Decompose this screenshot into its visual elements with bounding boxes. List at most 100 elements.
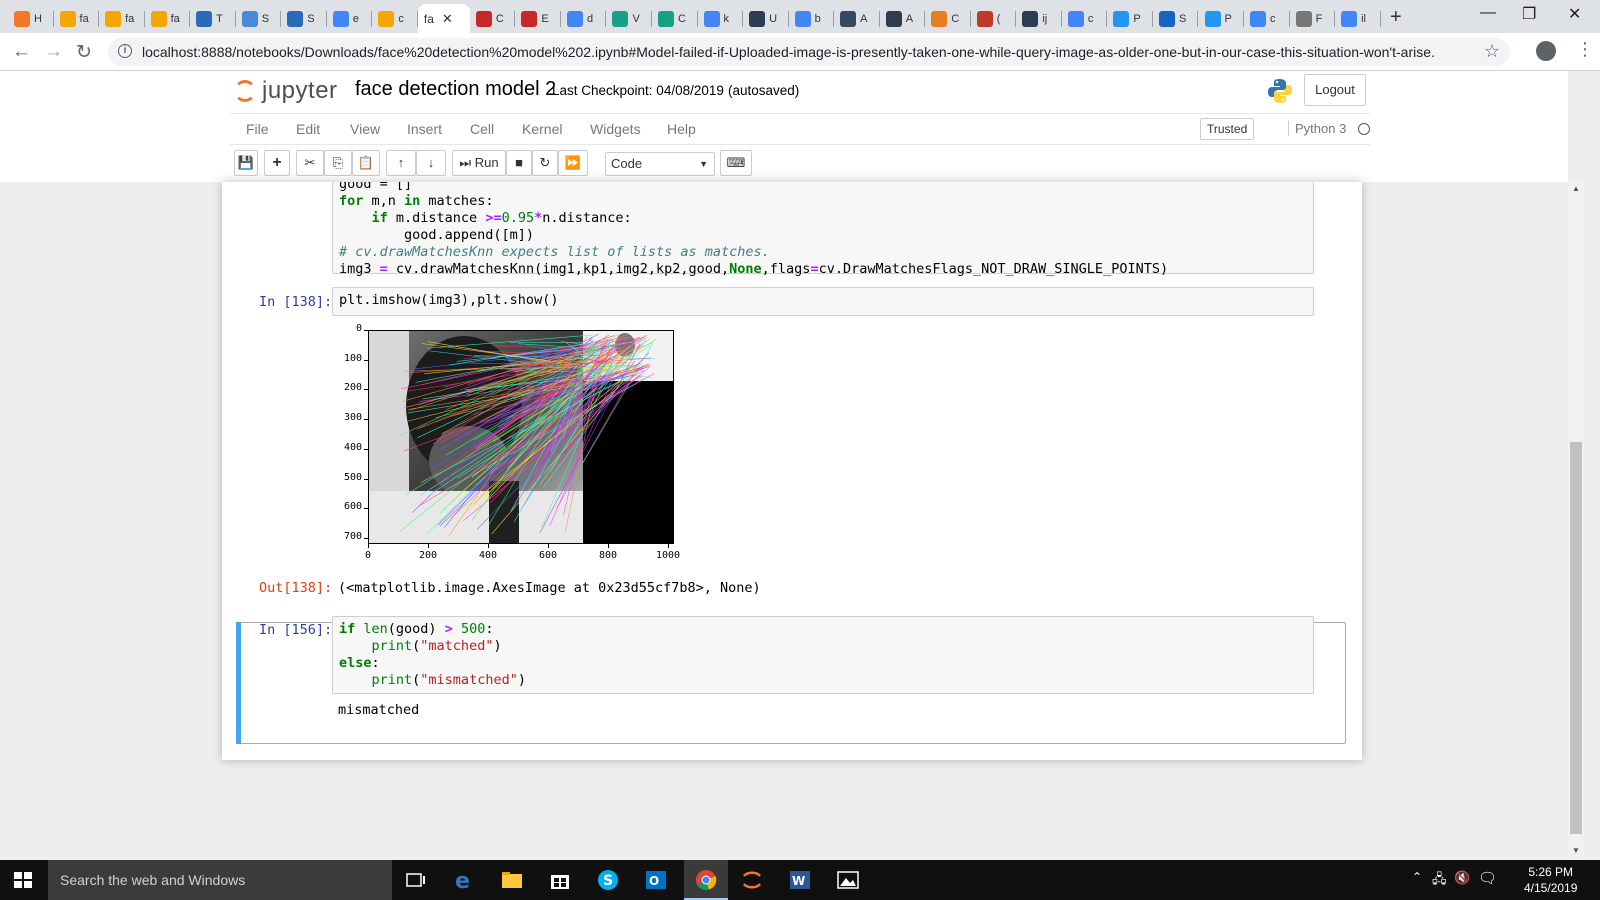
browser-tab[interactable]: P (1107, 4, 1153, 33)
tab-favicon-icon (1250, 10, 1267, 27)
reload-icon[interactable]: ↻ (76, 41, 92, 64)
browser-tab[interactable]: k (698, 4, 744, 33)
menu-edit[interactable]: Edit (296, 121, 320, 137)
jupyter-logo[interactable]: jupyter (234, 77, 338, 105)
move-up-icon[interactable]: ↑ (386, 150, 416, 176)
browser-tab[interactable]: b (789, 4, 835, 33)
restart-icon[interactable]: ↻ (532, 150, 558, 176)
file-explorer-icon[interactable] (500, 868, 524, 892)
photos-icon[interactable] (836, 868, 860, 892)
run-button[interactable]: ⏭ Run (452, 150, 506, 176)
kernel-name[interactable]: Python 3 (1288, 121, 1346, 136)
browser-tab[interactable]: A (880, 4, 926, 33)
browser-tab[interactable]: S (1153, 4, 1199, 33)
page-scrollbar[interactable]: ▲ ▼ (1568, 182, 1584, 859)
browser-tab[interactable]: C (925, 4, 971, 33)
browser-tab[interactable]: S (281, 4, 327, 33)
autosave-status: (autosaved) (728, 83, 800, 98)
browser-tab[interactable]: ij (1016, 4, 1062, 33)
move-down-icon[interactable]: ↓ (416, 150, 446, 176)
chrome-icon[interactable] (694, 868, 718, 892)
trusted-indicator[interactable]: Trusted (1200, 118, 1255, 140)
bookmark-star-icon[interactable]: ☆ (1484, 41, 1500, 62)
browser-tab[interactable]: c (1244, 4, 1290, 33)
keyboard-icon[interactable]: ⌨ (720, 150, 752, 176)
system-clock[interactable]: 5:26 PM 4/15/2019 (1524, 864, 1577, 896)
menu-kernel[interactable]: Kernel (522, 121, 562, 137)
jupyter-app-icon[interactable] (740, 868, 764, 892)
browser-tab[interactable]: H (8, 4, 54, 33)
store-icon[interactable] (548, 868, 572, 892)
menu-widgets[interactable]: Widgets (590, 121, 641, 137)
skype-icon[interactable]: S (596, 868, 620, 892)
volume-muted-icon[interactable]: 🔇 (1454, 870, 1470, 886)
taskbar-search[interactable]: Search the web and Windows (48, 860, 392, 900)
notebook-title[interactable]: face detection model 2 (355, 78, 556, 101)
scroll-thumb[interactable] (1570, 442, 1582, 834)
menu-view[interactable]: View (350, 121, 380, 137)
browser-tab[interactable]: il (1335, 4, 1381, 33)
task-view-icon[interactable] (404, 868, 428, 892)
maximize-icon[interactable]: ❐ (1522, 4, 1536, 24)
cell-type-select[interactable]: Code ▼ (605, 152, 715, 176)
code-cell-editor[interactable]: plt.imshow(img3),plt.show() (332, 287, 1314, 316)
menu-insert[interactable]: Insert (407, 121, 442, 137)
tab-close-icon[interactable]: ✕ (442, 11, 453, 27)
browser-tab[interactable]: ( (971, 4, 1017, 33)
browser-menu-icon[interactable]: ⋮ (1576, 39, 1594, 60)
chevron-up-icon[interactable]: ⌃ (1412, 870, 1422, 884)
browser-tab[interactable]: fa (54, 4, 100, 33)
paste-icon[interactable]: 📋 (352, 150, 380, 176)
url-text[interactable]: localhost:8888/notebooks/Downloads/face%… (142, 44, 1435, 60)
forward-arrow-icon[interactable]: → (44, 41, 63, 63)
insert-cell-icon[interactable]: + (264, 150, 290, 176)
code-cell-editor[interactable]: if len(good) > 500: print("matched") els… (332, 616, 1314, 694)
browser-tab[interactable]: fa (99, 4, 145, 33)
x-tick-mark (668, 544, 669, 548)
site-info-icon[interactable]: i (118, 44, 132, 58)
browser-tab[interactable]: V (606, 4, 652, 33)
stop-icon[interactable]: ■ (506, 150, 532, 176)
notification-icon[interactable]: 🗨 (1478, 869, 1497, 887)
windows-start-icon[interactable] (14, 872, 32, 888)
word-icon[interactable]: W (788, 868, 812, 892)
restart-run-all-icon[interactable]: ⏩ (558, 150, 588, 176)
browser-tab[interactable]: S (236, 4, 282, 33)
minimize-icon[interactable]: — (1480, 4, 1496, 22)
browser-tab[interactable]: c (1062, 4, 1108, 33)
menu-help[interactable]: Help (667, 121, 696, 137)
browser-tab[interactable]: P (1199, 4, 1245, 33)
tab-favicon-icon (658, 10, 675, 27)
scroll-down-icon[interactable]: ▼ (1572, 846, 1580, 855)
browser-tab[interactable]: U (743, 4, 789, 33)
copy-icon[interactable]: ⎘ (324, 150, 352, 176)
code-cell-editor[interactable]: good = [] for m,n in matches: if m.dista… (332, 182, 1314, 277)
browser-tab[interactable]: d (561, 4, 607, 33)
outlook-icon[interactable]: O (644, 868, 668, 892)
browser-tab[interactable]: c (372, 4, 418, 33)
scroll-up-icon[interactable]: ▲ (1572, 184, 1580, 193)
new-tab-icon[interactable]: + (1390, 6, 1402, 29)
logout-button[interactable]: Logout (1304, 74, 1366, 106)
code-line: for m,n in matches: (339, 193, 494, 209)
browser-tab[interactable]: F (1290, 4, 1336, 33)
browser-tab[interactable]: e (327, 4, 373, 33)
edge-browser-icon[interactable]: e (452, 868, 476, 892)
browser-tab[interactable]: fa (145, 4, 191, 33)
tab-label: c (1270, 12, 1276, 25)
menu-file[interactable]: File (246, 121, 269, 137)
browser-tab[interactable]: E (515, 4, 561, 33)
profile-avatar-icon[interactable] (1536, 41, 1556, 61)
close-window-icon[interactable]: ✕ (1568, 4, 1581, 24)
menu-cell[interactable]: Cell (470, 121, 494, 137)
url-omnibox[interactable]: i localhost:8888/notebooks/Downloads/fac… (108, 38, 1510, 66)
browser-tab[interactable]: A (834, 4, 880, 33)
cut-icon[interactable]: ✂ (296, 150, 324, 176)
browser-tab-active[interactable]: fa ✕ (417, 4, 470, 33)
browser-tab[interactable]: C (652, 4, 698, 33)
back-arrow-icon[interactable]: ← (12, 41, 31, 63)
browser-tab[interactable]: T (190, 4, 236, 33)
network-icon[interactable]: 🖧 (1432, 870, 1447, 892)
save-icon[interactable]: 💾 (234, 150, 258, 176)
browser-tab[interactable]: C (470, 4, 516, 33)
